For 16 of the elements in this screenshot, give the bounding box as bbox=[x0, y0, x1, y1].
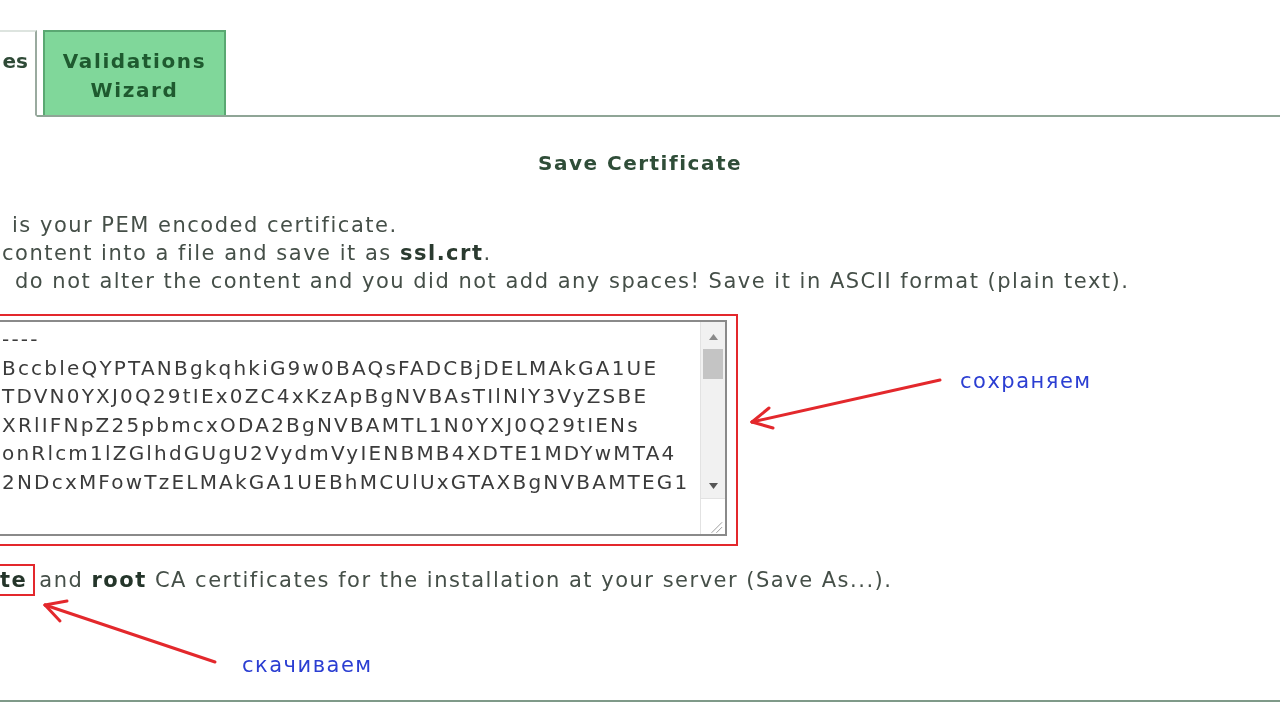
framed-word: te bbox=[0, 564, 36, 596]
certificate-text: ---- BccbleQYPTANBgkqhkiG9w0BAQsFADCBjDELMAkGA1UE TDVN0YXJ0Q29tIEx0ZC4xKzApBgNVBAsTIlNlY3VyZSBE XRlIFNpZ25pbmcxODA2BgNVBAMTL1N0YXJ0Q29tIENs onRlcm1lZGlhdGUgU2VydmVyIENBMB4XDTE1MDYwMTA4 2NDcxMFowTzELMAkGA1UEBhMCUlUxGTAXBgNVBAMTEG1 bbox=[1, 326, 691, 496]
instruction-text: is your PEM encoded certificate. bbox=[11, 212, 398, 239]
tab[interactable]: Validations Wizard bbox=[43, 30, 226, 115]
download-note: and root CA certificates for the installation at your server (Save As...). bbox=[39, 567, 893, 594]
annotation-label: скачиваем bbox=[242, 652, 373, 679]
scrollbar[interactable] bbox=[700, 322, 725, 498]
instruction-text: do not alter the content and you did not add any spaces! Save it in ASCII format (plain text). bbox=[14, 268, 1130, 295]
scroll-thumb[interactable] bbox=[703, 349, 723, 379]
scroll-down-icon[interactable] bbox=[708, 483, 718, 489]
tab[interactable]: es bbox=[0, 30, 37, 117]
resize-grip-icon[interactable] bbox=[700, 498, 725, 534]
instruction-text: content into a file and save it as ssl.crt. bbox=[1, 240, 492, 267]
scroll-up-icon[interactable] bbox=[708, 334, 718, 340]
annotation-label: сохраняем bbox=[960, 368, 1092, 395]
section-title: Save Certificate bbox=[537, 150, 743, 177]
